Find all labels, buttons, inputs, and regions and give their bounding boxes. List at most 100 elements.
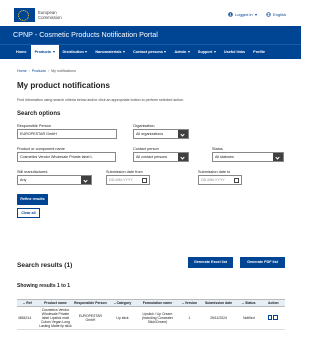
copy-icon[interactable] <box>273 315 278 320</box>
date-from-field: Submission date from DD-MM-YYYY <box>106 170 150 185</box>
contact-person-value: All contact persons <box>136 155 168 159</box>
date-from-placeholder: DD-MM-YYYY <box>109 178 133 182</box>
nav-item-label: Products <box>34 50 52 54</box>
chevron-down-icon <box>178 130 188 138</box>
still-manufactured-value: Any <box>20 178 27 182</box>
chevron-down-icon <box>178 153 188 161</box>
chevron-down-icon <box>52 51 55 53</box>
column-header-version[interactable]: Version <box>177 299 202 307</box>
nav-item-distribution[interactable]: Distribution <box>59 45 92 59</box>
chevron-down-icon <box>81 176 91 184</box>
results-table: Ref Product name Responsible Person Cate… <box>17 299 285 330</box>
date-to-label: Submission date to <box>198 170 231 174</box>
cell-ref[interactable]: 4854214 <box>17 306 38 330</box>
breadcrumb: Home › Products › My notifications <box>17 69 76 73</box>
column-header-ref[interactable]: Ref <box>17 299 38 307</box>
language-selector[interactable]: English <box>266 12 286 17</box>
user-menu[interactable]: Logged in <box>228 12 257 17</box>
user-icon <box>228 12 233 17</box>
nav-item-home[interactable]: Home <box>12 45 31 59</box>
still-manufactured-field: Still manufactured Any <box>17 170 92 185</box>
column-header-formulation[interactable]: Formulation name <box>137 299 178 307</box>
search-results-heading: Search results (1) <box>17 262 73 269</box>
chevron-down-icon <box>164 51 167 53</box>
contact-person-field: Contact person All contact persons <box>133 147 189 162</box>
responsible-person-input[interactable]: EUROPESTAR GmbH <box>17 129 117 139</box>
cell-action <box>261 306 285 330</box>
status-value: All statuses <box>215 155 234 159</box>
clear-all-button[interactable]: Clear all <box>17 208 40 218</box>
breadcrumb-current: My notifications <box>51 69 76 73</box>
page-title: My product notifications <box>17 81 110 90</box>
nav-item-admin[interactable]: Admin <box>170 45 193 59</box>
sort-icon <box>113 302 116 304</box>
contact-person-label: Contact person <box>133 147 159 151</box>
cell-category: Lip stick <box>107 306 137 330</box>
nav-item-label: Profile <box>253 50 265 54</box>
still-manufactured-label: Still manufactured <box>17 170 48 174</box>
breadcrumb-separator: › <box>47 69 50 73</box>
chevron-down-icon <box>187 51 190 53</box>
sort-icon <box>23 302 26 304</box>
chevron-down-icon <box>123 51 126 53</box>
product-name-input[interactable]: Cosmetics Vendor Wholesale Private label… <box>17 152 116 162</box>
table-row: 4854214 Cosmetics Vendor Wholesale Priva… <box>17 306 285 330</box>
responsible-person-field: Responsible Person EUROPESTAR GmbH <box>17 124 117 139</box>
organisation-field: Organisation All organizations <box>133 124 189 139</box>
column-header-product-name[interactable]: Product name <box>37 299 73 307</box>
sort-icon <box>181 302 184 304</box>
nav-item-products[interactable]: Products <box>30 45 59 59</box>
nav-item-label: Home <box>16 50 27 54</box>
eu-stars-icon <box>18 9 29 21</box>
chevron-down-icon <box>273 153 283 161</box>
refine-results-button[interactable]: Refine results <box>17 194 48 205</box>
date-to-field: Submission date to DD-MM-YYYY <box>198 170 242 185</box>
generate-excel-button[interactable]: Generate Excel list <box>188 257 233 268</box>
breadcrumb-separator: › <box>28 69 30 73</box>
date-to-input[interactable]: DD-MM-YYYY <box>198 175 242 185</box>
generate-pdf-button[interactable]: Generate PDF list <box>240 257 285 268</box>
calendar-icon <box>234 178 239 183</box>
date-from-label: Submission date from <box>106 170 143 174</box>
chevron-down-icon <box>254 13 257 16</box>
portal-title: CPNP - Cosmetic Products Notification Po… <box>13 30 158 39</box>
breadcrumb-home[interactable]: Home <box>17 69 27 73</box>
column-header-category[interactable]: Category <box>107 299 137 307</box>
status-select[interactable]: All statuses <box>212 152 284 162</box>
nav-item-profile[interactable]: Profile <box>249 45 269 59</box>
date-to-placeholder: DD-MM-YYYY <box>201 178 225 182</box>
language-label: English <box>273 12 287 17</box>
product-name-field: Product or component name Cosmetics Vend… <box>17 147 116 162</box>
commission-line2: Commission <box>38 15 62 20</box>
organisation-label: Organisation <box>133 124 155 128</box>
column-header-submission-date[interactable]: Submission date <box>201 299 237 307</box>
status-label: Status <box>212 147 223 151</box>
edit-icon[interactable] <box>267 315 273 320</box>
column-header-responsible-person[interactable]: Responsible Person <box>72 299 108 307</box>
nav-item-nanomaterials[interactable]: Nanomaterials <box>91 45 129 59</box>
cell-responsible-person: EUROPESTAR GmbH <box>72 306 108 330</box>
eu-flag-logo[interactable] <box>14 8 35 22</box>
product-name-label: Product or component name <box>17 147 65 151</box>
cell-status: Notified <box>236 306 262 330</box>
nav-item-label: Nanomaterials <box>95 50 122 54</box>
organisation-value: All organizations <box>136 132 164 136</box>
date-from-input[interactable]: DD-MM-YYYY <box>106 175 150 185</box>
nav-item-label: Useful links <box>223 50 246 54</box>
organisation-select[interactable]: All organizations <box>133 129 189 139</box>
column-header-status[interactable]: Status <box>236 299 262 307</box>
portal-title-bar: CPNP - Cosmetic Products Notification Po… <box>0 26 301 44</box>
nav-item-label: Contact persons <box>133 50 163 54</box>
breadcrumb-products[interactable]: Products <box>32 69 46 73</box>
nav-item-support[interactable]: Support <box>194 45 220 59</box>
search-options-heading: Search options <box>17 111 61 117</box>
nav-item-useful-links[interactable]: Useful links <box>220 45 249 59</box>
responsible-person-label: Responsible Person <box>17 124 51 128</box>
cell-submission-date: 26/11/2024 <box>201 306 237 330</box>
showing-results-label: Showing results 1 to 1 <box>17 283 71 289</box>
status-field: Status All statuses <box>212 147 284 162</box>
nav-item-contact-persons[interactable]: Contact persons <box>129 45 170 59</box>
still-manufactured-select[interactable]: Any <box>17 175 92 185</box>
contact-person-select[interactable]: All contact persons <box>133 152 189 162</box>
logged-in-label: Logged in <box>235 12 253 17</box>
